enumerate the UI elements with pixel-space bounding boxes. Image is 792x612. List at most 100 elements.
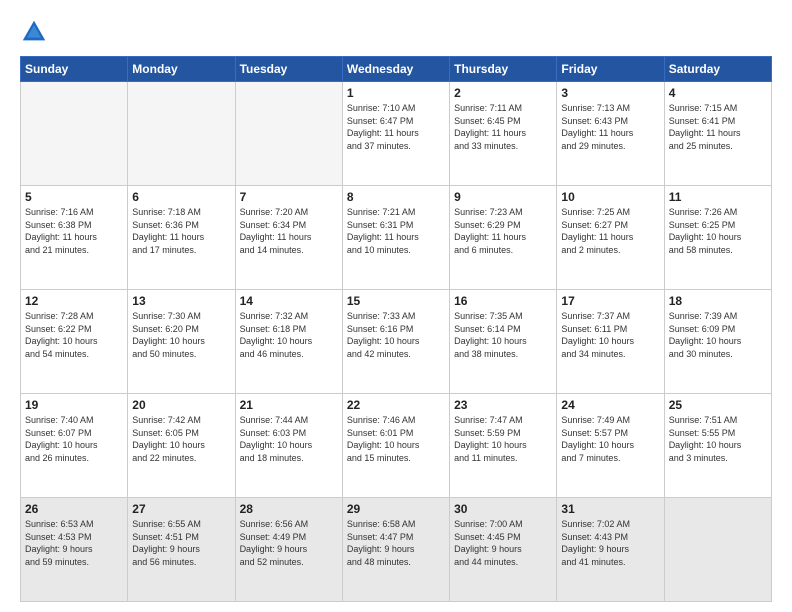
day-info: Sunrise: 7:20 AM Sunset: 6:34 PM Dayligh… xyxy=(240,206,338,256)
day-info: Sunrise: 7:49 AM Sunset: 5:57 PM Dayligh… xyxy=(561,414,659,464)
day-number: 14 xyxy=(240,294,338,308)
day-number: 17 xyxy=(561,294,659,308)
day-number: 5 xyxy=(25,190,123,204)
week-row-2: 5Sunrise: 7:16 AM Sunset: 6:38 PM Daylig… xyxy=(21,186,772,290)
calendar-cell: 12 Sunrise: 7:28 AM Sunset: 6:22 PM Dayli… xyxy=(21,290,128,394)
day-info: Sunrise: 7:44 AM Sunset: 6:03 PM Dayligh… xyxy=(240,414,338,464)
day-info: Sunrise: 7:51 AM Sunset: 5:55 PM Dayligh… xyxy=(669,414,767,464)
logo xyxy=(20,16,50,46)
day-info: Sunrise: 7:39 AM Sunset: 6:09 PM Dayligh… xyxy=(669,310,767,360)
day-info: Sunrise: 7:21 AM Sunset: 6:31 PM Dayligh… xyxy=(347,206,445,256)
calendar-cell: 23Sunrise: 7:47 AM Sunset: 5:59 PM Dayli… xyxy=(450,394,557,498)
day-number: 22 xyxy=(347,398,445,412)
week-row-4: 19 Sunrise: 7:40 AM Sunset: 6:07 PM Dayli… xyxy=(21,394,772,498)
calendar-cell: 19 Sunrise: 7:40 AM Sunset: 6:07 PM Dayli… xyxy=(21,394,128,498)
day-number: 12 xyxy=(25,294,123,308)
calendar-cell: 31 Sunrise: 7:02 AM Sunset: 4:43 PM Dayli… xyxy=(557,498,664,602)
day-info: Sunrise: 7:26 AM Sunset: 6:25 PM Dayligh… xyxy=(669,206,767,256)
calendar-cell: 7 Sunrise: 7:20 AM Sunset: 6:34 PM Daylig… xyxy=(235,186,342,290)
page: SundayMondayTuesdayWednesdayThursdayFrid… xyxy=(0,0,792,612)
calendar-cell xyxy=(235,82,342,186)
day-info: Sunrise: 7:02 AM Sunset: 4:43 PM Dayligh… xyxy=(561,518,659,568)
day-number: 19 xyxy=(25,398,123,412)
day-number: 13 xyxy=(132,294,230,308)
calendar-cell: 27 Sunrise: 6:55 AM Sunset: 4:51 PM Dayli… xyxy=(128,498,235,602)
day-number: 31 xyxy=(561,502,659,516)
day-info: Sunrise: 6:58 AM Sunset: 4:47 PM Dayligh… xyxy=(347,518,445,568)
day-number: 15 xyxy=(347,294,445,308)
calendar-cell: 10Sunrise: 7:25 AM Sunset: 6:27 PM Dayli… xyxy=(557,186,664,290)
day-info: Sunrise: 7:37 AM Sunset: 6:11 PM Dayligh… xyxy=(561,310,659,360)
day-of-week-thursday: Thursday xyxy=(450,57,557,82)
day-of-week-friday: Friday xyxy=(557,57,664,82)
calendar-cell: 8 Sunrise: 7:21 AM Sunset: 6:31 PM Daylig… xyxy=(342,186,449,290)
calendar-cell: 5Sunrise: 7:16 AM Sunset: 6:38 PM Daylig… xyxy=(21,186,128,290)
day-info: Sunrise: 7:46 AM Sunset: 6:01 PM Dayligh… xyxy=(347,414,445,464)
day-number: 3 xyxy=(561,86,659,100)
day-info: Sunrise: 6:55 AM Sunset: 4:51 PM Dayligh… xyxy=(132,518,230,568)
day-info: Sunrise: 7:13 AM Sunset: 6:43 PM Dayligh… xyxy=(561,102,659,152)
calendar-cell: 28 Sunrise: 6:56 AM Sunset: 4:49 PM Dayli… xyxy=(235,498,342,602)
day-info: Sunrise: 7:28 AM Sunset: 6:22 PM Dayligh… xyxy=(25,310,123,360)
week-row-3: 12 Sunrise: 7:28 AM Sunset: 6:22 PM Dayli… xyxy=(21,290,772,394)
calendar-cell: 13 Sunrise: 7:30 AM Sunset: 6:20 PM Dayli… xyxy=(128,290,235,394)
calendar-cell: 30 Sunrise: 7:00 AM Sunset: 4:45 PM Dayli… xyxy=(450,498,557,602)
calendar-cell: 24 Sunrise: 7:49 AM Sunset: 5:57 PM Dayli… xyxy=(557,394,664,498)
day-of-week-sunday: Sunday xyxy=(21,57,128,82)
calendar-cell: 17 Sunrise: 7:37 AM Sunset: 6:11 PM Dayli… xyxy=(557,290,664,394)
day-number: 4 xyxy=(669,86,767,100)
calendar: SundayMondayTuesdayWednesdayThursdayFrid… xyxy=(20,56,772,602)
day-info: Sunrise: 7:15 AM Sunset: 6:41 PM Dayligh… xyxy=(669,102,767,152)
calendar-cell: 4 Sunrise: 7:15 AM Sunset: 6:41 PM Daylig… xyxy=(664,82,771,186)
day-info: Sunrise: 7:00 AM Sunset: 4:45 PM Dayligh… xyxy=(454,518,552,568)
logo-icon xyxy=(20,18,48,46)
day-info: Sunrise: 7:35 AM Sunset: 6:14 PM Dayligh… xyxy=(454,310,552,360)
day-of-week-saturday: Saturday xyxy=(664,57,771,82)
calendar-cell: 9 Sunrise: 7:23 AM Sunset: 6:29 PM Daylig… xyxy=(450,186,557,290)
day-number: 28 xyxy=(240,502,338,516)
calendar-cell: 26 Sunrise: 6:53 AM Sunset: 4:53 PM Dayli… xyxy=(21,498,128,602)
calendar-cell: 25 Sunrise: 7:51 AM Sunset: 5:55 PM Dayli… xyxy=(664,394,771,498)
day-number: 25 xyxy=(669,398,767,412)
day-info: Sunrise: 6:56 AM Sunset: 4:49 PM Dayligh… xyxy=(240,518,338,568)
day-number: 29 xyxy=(347,502,445,516)
calendar-cell: 3 Sunrise: 7:13 AM Sunset: 6:43 PM Daylig… xyxy=(557,82,664,186)
calendar-cell: 2Sunrise: 7:11 AM Sunset: 6:45 PM Daylig… xyxy=(450,82,557,186)
calendar-header: SundayMondayTuesdayWednesdayThursdayFrid… xyxy=(21,57,772,82)
header xyxy=(20,16,772,46)
day-number: 9 xyxy=(454,190,552,204)
calendar-cell: 1Sunrise: 7:10 AM Sunset: 6:47 PM Daylig… xyxy=(342,82,449,186)
day-number: 16 xyxy=(454,294,552,308)
day-number: 30 xyxy=(454,502,552,516)
calendar-cell: 20Sunrise: 7:42 AM Sunset: 6:05 PM Dayli… xyxy=(128,394,235,498)
day-number: 21 xyxy=(240,398,338,412)
day-info: Sunrise: 7:25 AM Sunset: 6:27 PM Dayligh… xyxy=(561,206,659,256)
day-info: Sunrise: 7:32 AM Sunset: 6:18 PM Dayligh… xyxy=(240,310,338,360)
day-of-week-tuesday: Tuesday xyxy=(235,57,342,82)
day-number: 11 xyxy=(669,190,767,204)
calendar-cell: 11 Sunrise: 7:26 AM Sunset: 6:25 PM Dayli… xyxy=(664,186,771,290)
day-number: 7 xyxy=(240,190,338,204)
calendar-cell: 22 Sunrise: 7:46 AM Sunset: 6:01 PM Dayli… xyxy=(342,394,449,498)
day-number: 27 xyxy=(132,502,230,516)
day-of-week-wednesday: Wednesday xyxy=(342,57,449,82)
calendar-body: 1Sunrise: 7:10 AM Sunset: 6:47 PM Daylig… xyxy=(21,82,772,602)
calendar-cell: 15Sunrise: 7:33 AM Sunset: 6:16 PM Dayli… xyxy=(342,290,449,394)
day-info: Sunrise: 7:11 AM Sunset: 6:45 PM Dayligh… xyxy=(454,102,552,152)
calendar-cell: 6Sunrise: 7:18 AM Sunset: 6:36 PM Daylig… xyxy=(128,186,235,290)
calendar-cell: 29 Sunrise: 6:58 AM Sunset: 4:47 PM Dayli… xyxy=(342,498,449,602)
day-info: Sunrise: 7:40 AM Sunset: 6:07 PM Dayligh… xyxy=(25,414,123,464)
day-number: 26 xyxy=(25,502,123,516)
day-number: 20 xyxy=(132,398,230,412)
day-info: Sunrise: 7:23 AM Sunset: 6:29 PM Dayligh… xyxy=(454,206,552,256)
day-number: 24 xyxy=(561,398,659,412)
day-number: 6 xyxy=(132,190,230,204)
day-info: Sunrise: 6:53 AM Sunset: 4:53 PM Dayligh… xyxy=(25,518,123,568)
day-number: 18 xyxy=(669,294,767,308)
week-row-5: 26 Sunrise: 6:53 AM Sunset: 4:53 PM Dayli… xyxy=(21,498,772,602)
calendar-cell xyxy=(664,498,771,602)
day-number: 8 xyxy=(347,190,445,204)
day-of-week-monday: Monday xyxy=(128,57,235,82)
calendar-cell: 14 Sunrise: 7:32 AM Sunset: 6:18 PM Dayli… xyxy=(235,290,342,394)
day-info: Sunrise: 7:30 AM Sunset: 6:20 PM Dayligh… xyxy=(132,310,230,360)
